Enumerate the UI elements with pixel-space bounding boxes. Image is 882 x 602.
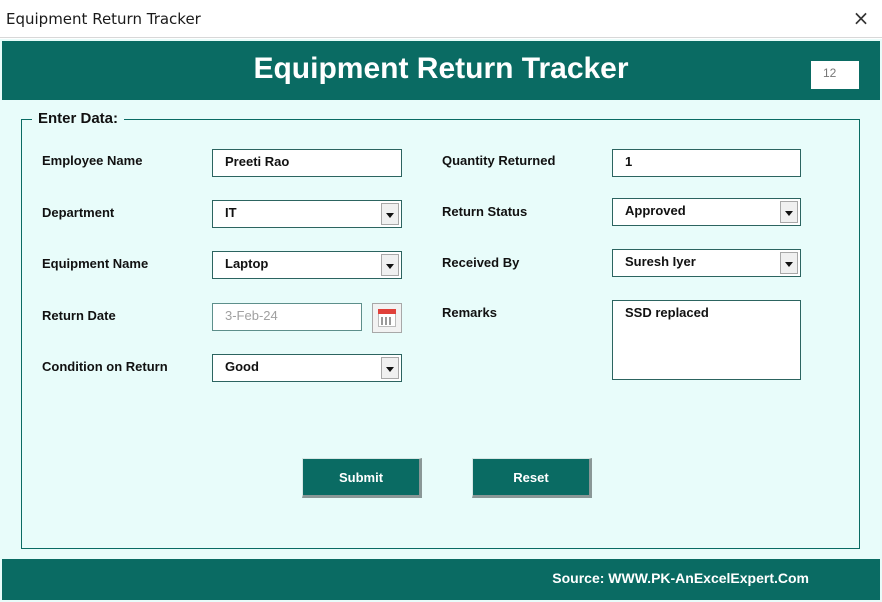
employee-name-value: Preeti Rao	[225, 154, 290, 169]
submit-button[interactable]: Submit	[302, 458, 422, 498]
quantity-input[interactable]: 1	[612, 149, 801, 177]
quantity-label: Quantity Returned	[442, 153, 556, 168]
remarks-textarea[interactable]: SSD replaced	[612, 300, 801, 380]
window-title: Equipment Return Tracker	[6, 10, 201, 28]
condition-label: Condition on Return	[42, 359, 168, 374]
received-by-value: Suresh Iyer	[625, 254, 696, 269]
userform: Equipment Return Tracker 12 Enter Data: …	[0, 39, 882, 602]
remarks-value: SSD replaced	[625, 305, 709, 320]
chevron-down-icon[interactable]	[780, 252, 798, 274]
close-icon[interactable]: ×	[846, 4, 876, 32]
employee-name-label: Employee Name	[42, 153, 143, 168]
department-label: Department	[42, 205, 115, 220]
equipment-name-label: Equipment Name	[42, 256, 149, 271]
equipment-name-value: Laptop	[225, 256, 269, 271]
calendar-icon	[378, 309, 396, 327]
return-status-value: Approved	[625, 203, 686, 218]
source-credit: Source: WWW.PK-AnExcelExpert.Com	[552, 570, 809, 586]
condition-combobox[interactable]: Good	[212, 354, 402, 382]
return-date-input[interactable]: 3-Feb-24	[212, 303, 362, 331]
form-footer: Source: WWW.PK-AnExcelExpert.Com	[2, 559, 880, 600]
form-title: Equipment Return Tracker	[253, 52, 629, 85]
form-header: Equipment Return Tracker 12	[2, 41, 880, 100]
window-titlebar: Equipment Return Tracker ×	[0, 0, 882, 38]
return-status-label: Return Status	[442, 204, 528, 219]
group-legend: Enter Data:	[32, 110, 125, 127]
employee-name-input[interactable]: Preeti Rao	[212, 149, 402, 177]
department-value: IT	[225, 205, 237, 220]
condition-value: Good	[225, 359, 259, 374]
record-id-box: 12	[811, 61, 859, 89]
chevron-down-icon[interactable]	[381, 203, 399, 225]
chevron-down-icon[interactable]	[780, 201, 798, 223]
reset-button[interactable]: Reset	[472, 458, 592, 498]
date-picker-button[interactable]	[372, 303, 402, 333]
department-combobox[interactable]: IT	[212, 200, 402, 228]
received-by-combobox[interactable]: Suresh Iyer	[612, 249, 801, 277]
chevron-down-icon[interactable]	[381, 254, 399, 276]
return-status-combobox[interactable]: Approved	[612, 198, 801, 226]
equipment-name-combobox[interactable]: Laptop	[212, 251, 402, 279]
remarks-label: Remarks	[442, 305, 497, 320]
return-date-value: 3-Feb-24	[225, 308, 278, 323]
quantity-value: 1	[625, 154, 633, 169]
chevron-down-icon[interactable]	[381, 357, 399, 379]
received-by-label: Received By	[442, 255, 520, 270]
return-date-label: Return Date	[42, 308, 116, 323]
